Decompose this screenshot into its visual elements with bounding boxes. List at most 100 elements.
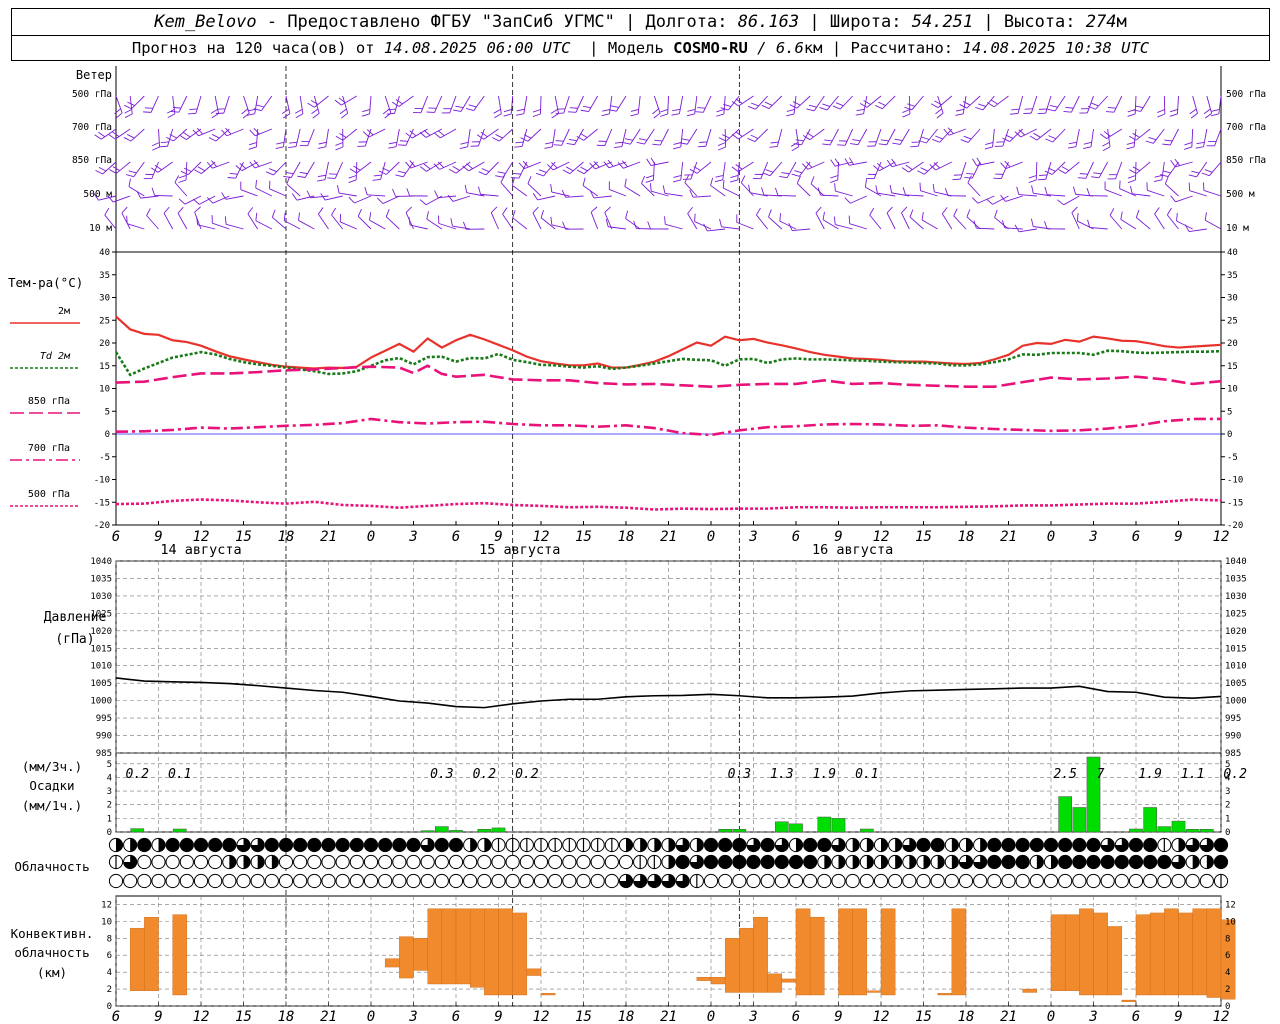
pressure-tick-label-left: 1040 — [90, 557, 112, 567]
wind-barb-feather — [1174, 158, 1181, 166]
wind-barb-staff — [1164, 183, 1179, 197]
temp-tick-label-left: -10 — [94, 476, 110, 486]
wind-barb — [339, 213, 358, 230]
cloud-circle — [519, 854, 534, 870]
x-tick-label: 6 — [1132, 529, 1140, 545]
cloud-symbol — [916, 837, 931, 853]
wind-barb-feather — [399, 140, 408, 142]
wind-barb-feather — [1164, 176, 1169, 184]
legend-label-t500: 500 гПа — [28, 489, 70, 500]
cloud-symbol — [604, 854, 619, 870]
cloud-symbol — [1043, 837, 1059, 853]
wind-barb-staff — [1045, 161, 1052, 180]
conv-tick-label-left: 2 — [107, 985, 112, 995]
wind-barb-feather — [423, 129, 431, 136]
wind-barb-feather — [869, 207, 875, 216]
wind-barb — [837, 128, 854, 146]
wind-barb — [462, 161, 485, 172]
wind-barb — [1107, 161, 1123, 180]
convective-bar — [1079, 908, 1094, 996]
x-tick-label: 3 — [748, 1009, 757, 1024]
wind-barb-staff — [792, 228, 811, 231]
wind-barb-feather — [406, 188, 411, 197]
wind-barb — [334, 95, 358, 106]
cloud-symbol — [463, 873, 478, 889]
wind-barb-staff — [1203, 190, 1222, 197]
pressure-tick-label-left: 985 — [96, 749, 112, 759]
wind-barb-feather — [1029, 135, 1038, 141]
wind-barb-feather — [146, 208, 151, 216]
wind-barb — [527, 176, 542, 197]
conv-tick-label-left: 4 — [107, 968, 112, 978]
cloud-symbol — [123, 854, 138, 870]
wind-barb-staff — [532, 212, 542, 230]
convective-bar — [526, 968, 542, 976]
cloud-circle — [1058, 854, 1073, 870]
cloud-symbol — [859, 854, 874, 870]
wind-barb-feather — [478, 171, 487, 176]
cloud-circle — [1213, 837, 1229, 853]
wind-barb — [553, 128, 570, 146]
wind-barb-feather — [1127, 175, 1136, 179]
wind-barb — [1201, 161, 1222, 177]
cloud-circle — [1199, 873, 1214, 889]
cloud-circle — [1001, 837, 1016, 853]
wind-barb-feather — [604, 206, 611, 213]
wind-barb-staff — [527, 128, 542, 142]
wind-barb-feather — [859, 102, 868, 108]
wind-barb-feather — [459, 146, 468, 150]
wind-barb-staff — [1154, 213, 1165, 230]
wind-barb-feather — [183, 167, 192, 172]
wind-barb — [904, 95, 924, 111]
wind-barb-feather — [699, 141, 708, 143]
cloud-symbol — [278, 854, 294, 870]
cloud-symbol — [760, 873, 775, 889]
cloud-symbol — [293, 837, 308, 853]
x-tick-label: 6 — [792, 529, 800, 545]
wind-barb-staff — [967, 182, 981, 197]
wind-barb — [515, 95, 528, 116]
cloud-symbol — [1058, 837, 1073, 853]
convective-bar — [1107, 926, 1123, 996]
convective-bar — [399, 936, 414, 979]
conv-title-3: (км) — [37, 965, 67, 980]
cloud-symbol — [392, 854, 407, 870]
wind-barb-feather — [984, 146, 993, 150]
wind-barb-staff — [1075, 128, 1080, 147]
wind-barb-feather — [966, 172, 975, 175]
wind-barb-staff — [523, 95, 528, 114]
cloud-circle — [888, 873, 903, 889]
wind-barb-feather — [121, 206, 128, 214]
wind-barb-staff — [334, 161, 344, 179]
cloud-symbol — [576, 873, 591, 889]
wind-barb-staff — [886, 128, 896, 146]
wind-barb-feather — [761, 104, 770, 110]
wind-barb — [433, 128, 457, 139]
wind-barb-staff — [966, 95, 981, 109]
wind-barb-staff — [282, 128, 287, 147]
cloud-circle — [803, 854, 818, 870]
x-tick-label: 18 — [618, 1009, 635, 1024]
wind-barb — [1002, 128, 1023, 142]
cloud-circle — [1058, 873, 1073, 889]
wind-barb — [248, 128, 259, 150]
cloud-symbol — [137, 854, 152, 870]
cloud-circle — [732, 873, 747, 889]
wind-barb — [687, 206, 698, 230]
cloud-symbol — [108, 854, 124, 870]
wind-barb-feather — [1061, 166, 1070, 171]
wind-barb-feather — [310, 99, 319, 105]
wind-barb-feather — [791, 173, 800, 177]
wind-barb — [1170, 158, 1193, 168]
wind-barb-feather — [348, 175, 357, 179]
wind-barb-staff — [133, 161, 145, 177]
wind-barb-feather — [1033, 132, 1041, 138]
cloud-symbol — [278, 837, 294, 853]
wind-barb-feather — [1162, 170, 1171, 174]
cloud-symbol — [434, 873, 449, 889]
cloud-symbol — [1114, 837, 1129, 853]
wind-barb-feather — [1132, 166, 1141, 172]
cloud-symbol — [406, 873, 421, 889]
wind-barb-feather — [1135, 105, 1144, 108]
cloud-circle — [335, 837, 350, 853]
